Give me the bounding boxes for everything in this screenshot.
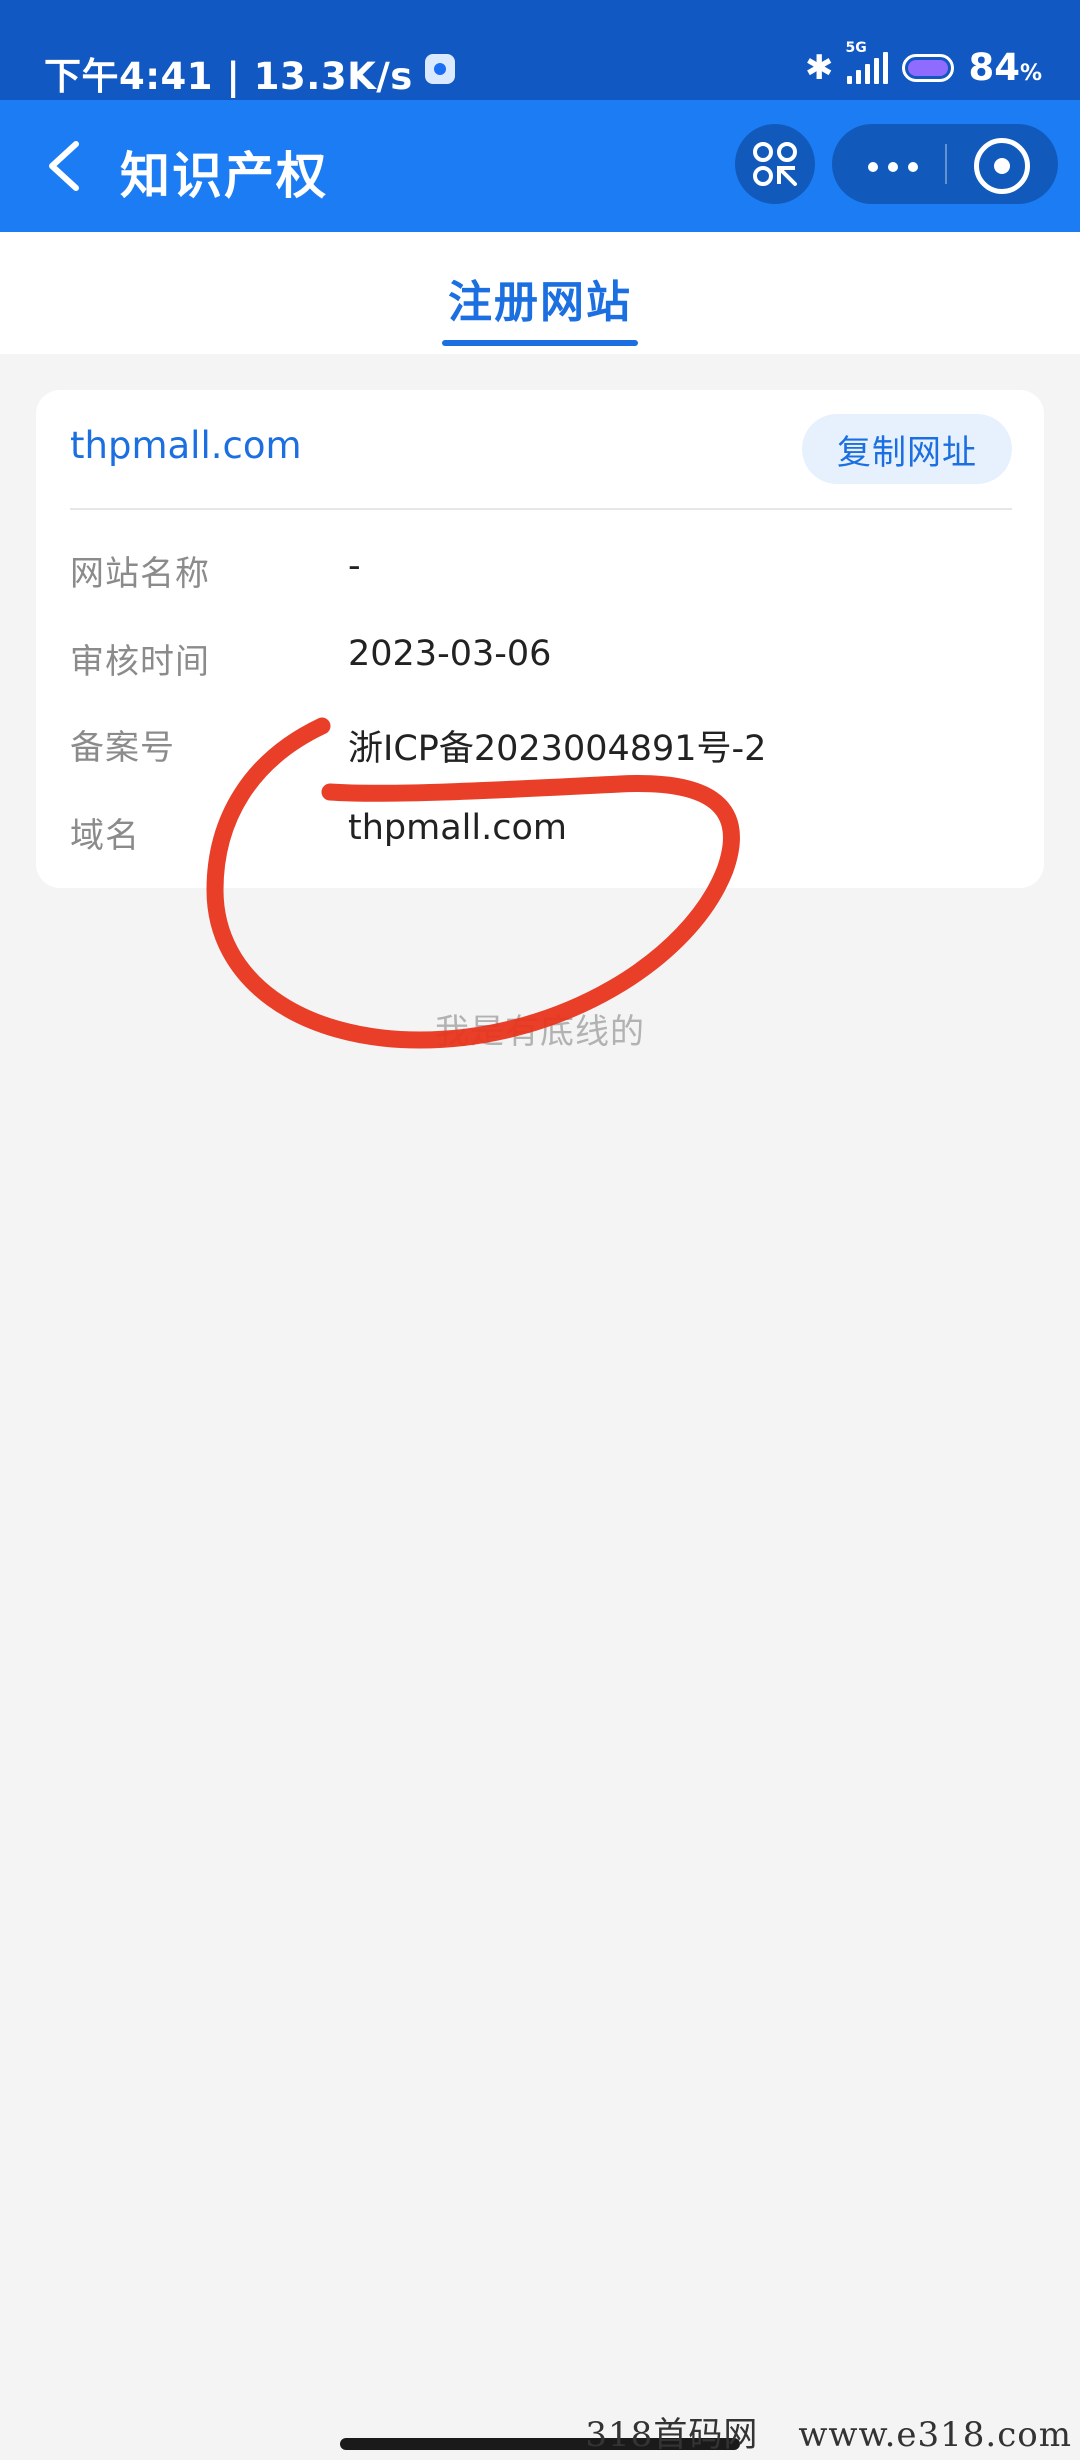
status-time-speed: 下午4:41 | 13.3K/s: [44, 55, 413, 98]
tab-registered-sites[interactable]: 注册网站: [0, 266, 1080, 330]
more-options-icon[interactable]: [868, 162, 918, 172]
red-circle-annotation: [206, 717, 740, 1049]
capsule-divider: [945, 144, 947, 184]
scan-icon: [753, 142, 797, 186]
row-label: 域名: [70, 816, 140, 856]
row-value: 浙ICP备2023004891号-2: [348, 729, 767, 769]
status-left: 下午4:41 | 13.3K/s: [44, 46, 455, 100]
card-divider: [70, 508, 1012, 510]
tab-bar: 注册网站: [0, 232, 1080, 354]
app-notification-icon: [424, 54, 455, 84]
page-title: 知识产权: [120, 147, 328, 205]
row-label: 网站名称: [70, 554, 210, 594]
row-label: 备案号: [70, 728, 175, 768]
end-of-list-text: 我是有底线的: [435, 1012, 645, 1052]
website-card: thpmall.com 复制网址 网站名称 - 审核时间 2023-03-06 …: [36, 390, 1044, 888]
row-value: thpmall.com: [348, 808, 567, 848]
close-miniprogram-icon[interactable]: [974, 138, 1030, 194]
row-label: 审核时间: [70, 642, 210, 682]
bluetooth-icon: ✱: [804, 47, 834, 88]
battery-icon: [902, 53, 955, 82]
tab-active-indicator: [442, 340, 638, 346]
back-arrow-icon[interactable]: [42, 138, 88, 194]
row-domain: 域名 thpmall.com: [70, 808, 1030, 868]
row-site-name: 网站名称 -: [70, 546, 1030, 606]
row-value: -: [348, 546, 361, 586]
network-type-label: 5G: [845, 39, 867, 56]
card-domain-title: thpmall.com: [70, 424, 302, 467]
status-right: ✱ 5G 84%: [804, 40, 1042, 90]
watermark: 318首码网 www.e318.com: [585, 2415, 1072, 2455]
scan-button[interactable]: [735, 124, 815, 204]
nav-bar: 知识产权: [0, 100, 1080, 232]
copy-url-button[interactable]: 复制网址: [802, 414, 1012, 484]
row-value: 2023-03-06: [348, 634, 552, 674]
status-bar: 下午4:41 | 13.3K/s ✱ 5G 84%: [0, 0, 1080, 100]
row-icp-number: 备案号 浙ICP备2023004891号-2: [70, 720, 1030, 780]
battery-level: 84%: [968, 46, 1042, 89]
menu-capsule: [832, 124, 1058, 204]
row-review-time: 审核时间 2023-03-06: [70, 634, 1030, 694]
signal-icon: 5G: [845, 40, 889, 84]
